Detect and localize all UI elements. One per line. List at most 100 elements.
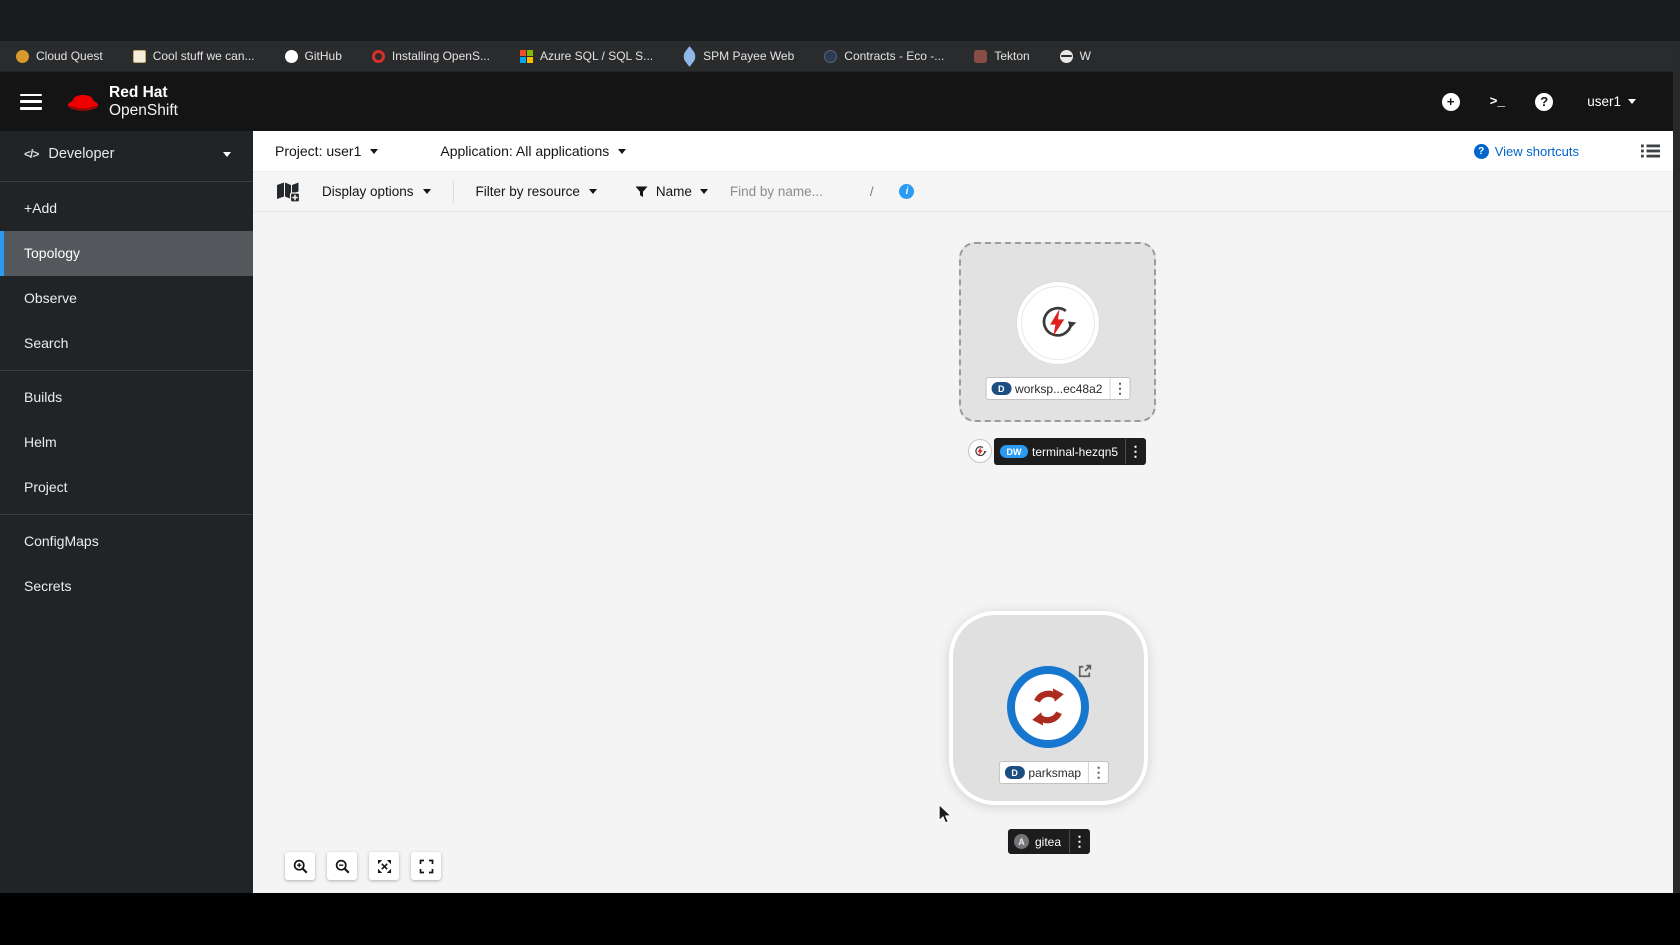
brand-logo: Red Hat OpenShift [66, 84, 178, 119]
terminal-node-label[interactable]: DW terminal-hezqn5 ⋮ [994, 438, 1147, 465]
quick-search-icon[interactable] [276, 181, 300, 203]
web-terminal-icon[interactable]: >_ [1490, 94, 1506, 109]
sidebar-item-observe[interactable]: Observe [0, 276, 253, 321]
workspace-node[interactable] [1016, 281, 1100, 365]
sidebar-item-add[interactable]: +Add [0, 186, 253, 231]
help-icon[interactable]: ? [1535, 92, 1554, 111]
bookmark-installing-openshift[interactable]: Installing OpenS... [371, 49, 490, 63]
topology-canvas[interactable]: D worksp...ec48a2 ⋮ DW terminal-hezqn5 ⋮… [253, 212, 1680, 893]
parksmap-app-icon [1032, 688, 1064, 726]
nav-menu-toggle-icon[interactable] [20, 93, 42, 110]
view-shortcuts-link[interactable]: ? View shortcuts [1473, 143, 1579, 159]
bookmark-label: W [1079, 49, 1091, 63]
microsoft-icon [519, 49, 533, 63]
workspace-name: worksp...ec48a2 [1015, 381, 1103, 396]
chevron-down-icon [588, 189, 597, 194]
bookmarks-bar: Cloud Quest Cool stuff we can... GitHub … [0, 41, 1680, 72]
gitea-node-label[interactable]: A gitea ⋮ [1007, 829, 1091, 854]
screen: Cloud Quest Cool stuff we can... GitHub … [0, 0, 1680, 945]
kebab-menu-icon[interactable]: ⋮ [1126, 443, 1145, 460]
name-filter-label: Name [655, 184, 692, 199]
username: user1 [1587, 94, 1621, 109]
sidebar-item-project[interactable]: Project [0, 465, 253, 510]
bookmark-cool-stuff[interactable]: Cool stuff we can... [132, 49, 255, 63]
perspective-switcher[interactable]: </> Developer [0, 131, 253, 177]
bookmark-favicon [16, 49, 29, 63]
bookmark-label: SPM Payee Web [703, 49, 795, 63]
reset-view-button[interactable] [411, 852, 441, 880]
bookmark-spm-payee[interactable]: SPM Payee Web [681, 45, 795, 67]
find-by-name-input[interactable] [729, 184, 862, 199]
bookmark-favicon [974, 49, 988, 63]
brand-text: Red Hat OpenShift [109, 84, 178, 119]
project-selector[interactable]: Project: user1 [275, 143, 379, 159]
bookmark-label: GitHub [304, 49, 342, 63]
parksmap-name: parksmap [1028, 765, 1082, 780]
bookmark-tekton[interactable]: Tekton [974, 49, 1030, 63]
bookmark-contracts[interactable]: Contracts - Eco -... [824, 49, 944, 63]
mouse-cursor [938, 804, 953, 824]
info-icon[interactable]: i [899, 184, 915, 199]
bookmark-favicon [371, 49, 385, 63]
bookmark-github[interactable]: GitHub [284, 49, 342, 63]
bookmark-favicon [681, 45, 698, 67]
display-options-label: Display options [322, 184, 414, 199]
deployment-badge: D [1004, 766, 1025, 779]
project-selector-label: Project: user1 [275, 143, 362, 159]
perspective-label: Developer [48, 146, 115, 162]
sidebar-item-search[interactable]: Search [0, 321, 253, 366]
topology-toolbar: Display options Filter by resource Name … [253, 172, 1680, 212]
application-selector[interactable]: Application: All applications [440, 143, 627, 159]
fit-to-screen-button[interactable] [369, 852, 399, 880]
filter-by-resource-dropdown[interactable]: Filter by resource [476, 184, 597, 199]
masthead: Red Hat OpenShift + >_ ? user1 [0, 72, 1680, 131]
zoom-in-button[interactable] [285, 852, 315, 880]
user-menu[interactable]: user1 [1587, 94, 1636, 109]
deployment-badge: D [991, 382, 1012, 395]
terminal-name: terminal-hezqn5 [1032, 444, 1119, 459]
parksmap-node-label[interactable]: D parksmap ⋮ [998, 761, 1110, 784]
application-selector-label: Application: All applications [440, 143, 610, 159]
chevron-down-icon [699, 189, 708, 194]
kebab-menu-icon[interactable]: ⋮ [1089, 764, 1108, 781]
kebab-menu-icon[interactable]: ⋮ [1110, 380, 1129, 397]
zoom-out-button[interactable] [327, 852, 357, 880]
list-view-toggle-icon[interactable] [1641, 144, 1660, 158]
devworkspace-badge: DW [1000, 445, 1028, 458]
bookmark-w[interactable]: W [1059, 49, 1091, 63]
devworkspace-icon [974, 445, 987, 456]
kebab-menu-icon[interactable]: ⋮ [1070, 833, 1089, 850]
bookmark-azure-sql[interactable]: Azure SQL / SQL S... [519, 49, 654, 63]
browser-titlebar [0, 0, 1680, 41]
sidebar-item-configmaps[interactable]: ConfigMaps [0, 519, 253, 564]
brand-redhat: Red Hat [109, 84, 168, 102]
bookmark-favicon [132, 49, 146, 63]
sidebar-item-helm[interactable]: Helm [0, 420, 253, 465]
devworkspace-icon [1042, 306, 1077, 337]
sidebar-item-topology[interactable]: Topology [0, 231, 253, 276]
display-options-dropdown[interactable]: Display options [322, 184, 431, 199]
bookmark-favicon [824, 49, 838, 63]
add-plus-icon[interactable]: + [1441, 92, 1460, 111]
code-icon: </> [24, 147, 39, 161]
globe-icon [1059, 49, 1073, 63]
bookmark-label: Azure SQL / SQL S... [539, 49, 654, 63]
browser-scrollbar[interactable] [1673, 41, 1680, 893]
chevron-down-icon [1628, 99, 1636, 104]
name-filter-dropdown[interactable]: Name [635, 184, 708, 199]
open-url-decorator-icon[interactable] [1076, 663, 1093, 680]
bookmark-cloud-quest[interactable]: Cloud Quest [16, 49, 103, 63]
divider [0, 514, 253, 515]
workspace-node-label[interactable]: D worksp...ec48a2 ⋮ [985, 377, 1131, 400]
terminal-node[interactable] [968, 439, 992, 463]
gitea-name: gitea [1034, 834, 1062, 849]
help-circle-icon: ? [1473, 143, 1489, 159]
bookmark-label: Installing OpenS... [391, 49, 490, 63]
sidebar-item-builds[interactable]: Builds [0, 375, 253, 420]
bookmark-label: Tekton [994, 49, 1030, 63]
divider [0, 181, 253, 182]
sidebar-item-secrets[interactable]: Secrets [0, 564, 253, 609]
filter-by-resource-label: Filter by resource [475, 184, 580, 199]
shortcut-key-hint: / [869, 184, 874, 199]
view-shortcuts-label: View shortcuts [1494, 143, 1579, 159]
